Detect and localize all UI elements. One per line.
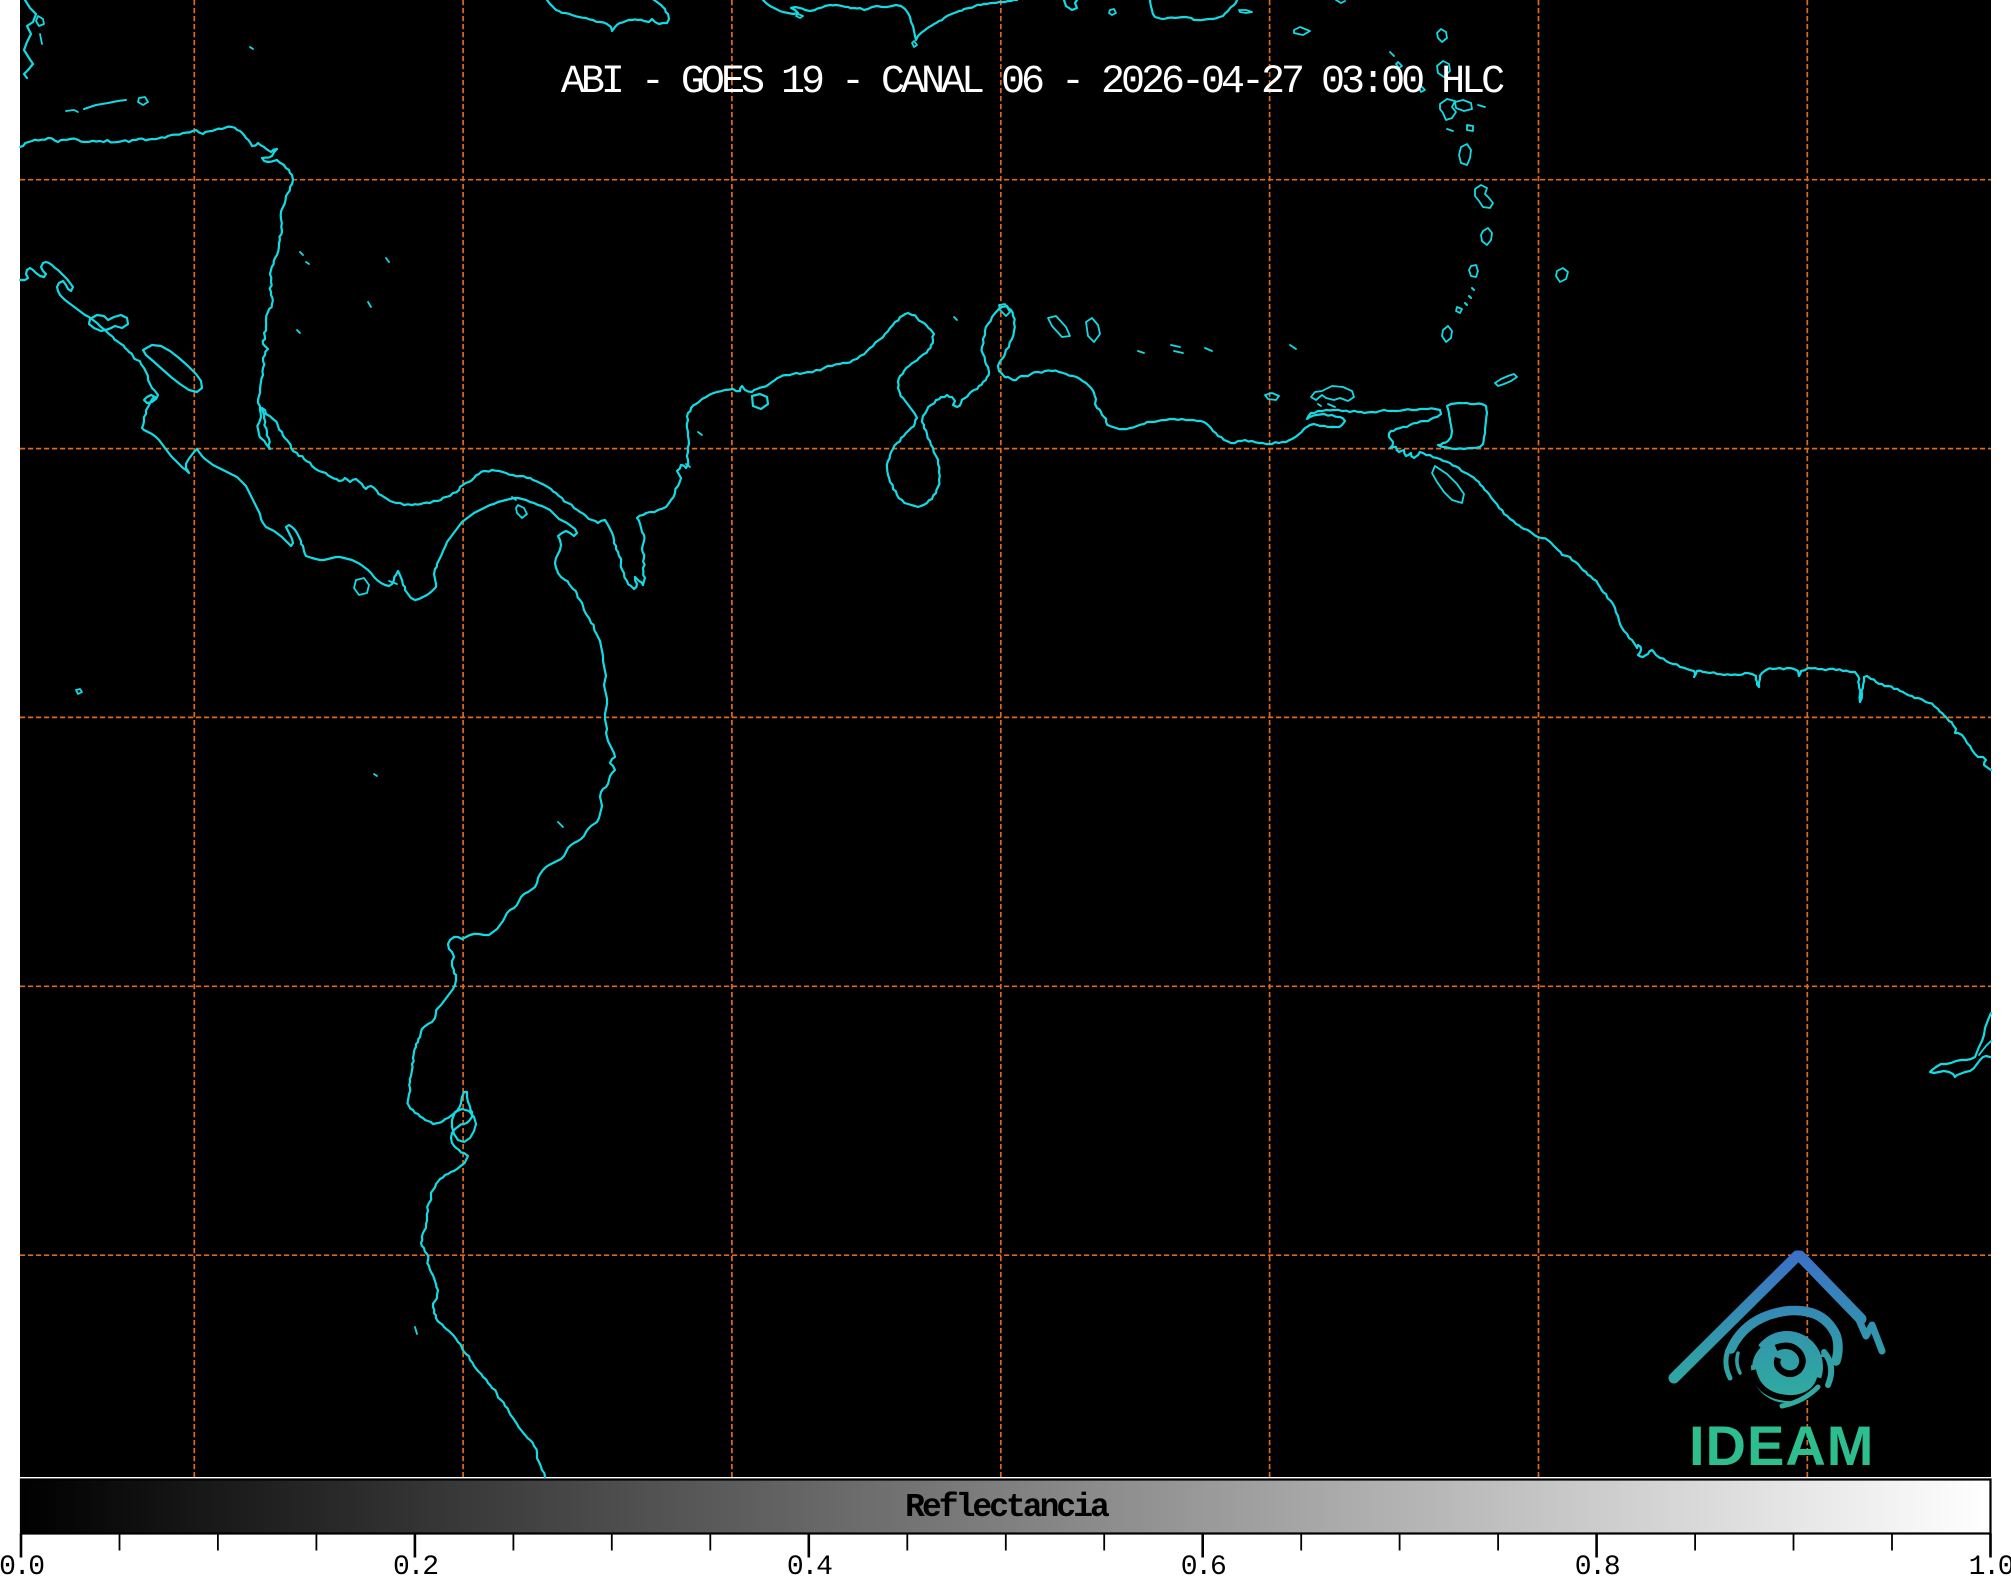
svg-text:0.0: 0.0 bbox=[0, 1552, 44, 1577]
svg-text:0.2: 0.2 bbox=[393, 1552, 437, 1577]
svg-text:ABI - GOES 19 - CANAL 06 - 202: ABI - GOES 19 - CANAL 06 - 2026-04-27 03… bbox=[561, 60, 1504, 105]
svg-text:IDEAM: IDEAM bbox=[1689, 1414, 1874, 1477]
svg-text:0.8: 0.8 bbox=[1575, 1552, 1619, 1577]
svg-text:0.6: 0.6 bbox=[1181, 1552, 1225, 1577]
svg-text:0.4: 0.4 bbox=[787, 1552, 832, 1577]
svg-text:Reflectancia: Reflectancia bbox=[905, 1489, 1109, 1526]
svg-text:1.0: 1.0 bbox=[1969, 1552, 2011, 1577]
